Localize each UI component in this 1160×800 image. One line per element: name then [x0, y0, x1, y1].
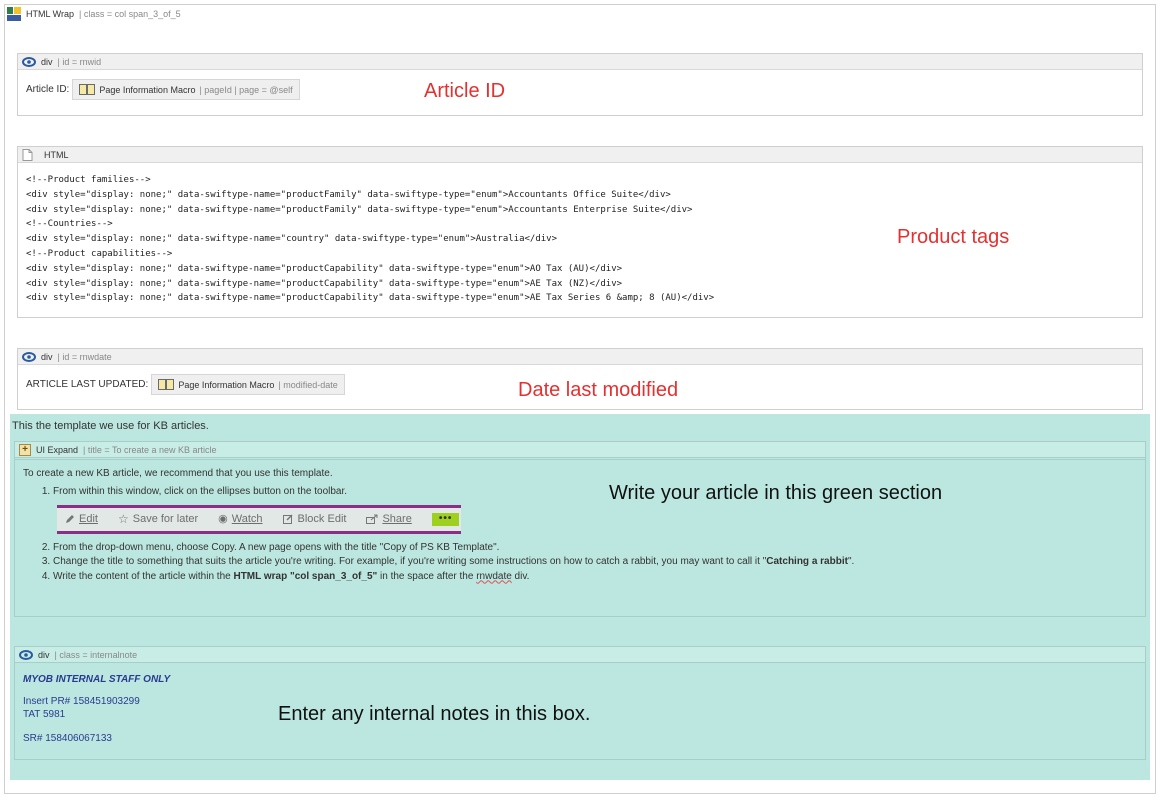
step-1: From within this window, click on the el…: [53, 485, 1137, 534]
html-wrap-header[interactable]: HTML Wrap | class = col span_3_of_5: [5, 5, 1155, 23]
article-last-updated-label: ARTICLE LAST UPDATED:: [26, 379, 149, 390]
code-line: <div style="display: none;" data-swiftyp…: [26, 293, 715, 304]
expand-meta: | title = To create a new KB article: [83, 444, 217, 455]
macro-title: div: [41, 56, 53, 67]
page-toolbar-example: Edit ☆ Save for later ◉ Watch Block Edit…: [57, 504, 461, 534]
plus-icon: +: [19, 443, 31, 456]
html-wrap-meta: | class = col span_3_of_5: [79, 9, 181, 19]
div-macro-icon: [19, 649, 33, 660]
page-macro-meta: | modified-date: [278, 379, 338, 390]
template-intro-text: This the template we use for KB articles…: [12, 420, 209, 432]
code-line: <!--Product capabilities-->: [26, 248, 173, 259]
macro-meta: | class = internalnote: [54, 649, 138, 660]
step-4: Write the content of the article within …: [53, 570, 1137, 585]
file-icon: [22, 148, 33, 161]
article-id-macro[interactable]: div | id = rnwid Article ID: Page Inform…: [17, 53, 1143, 116]
expand-title: UI Expand: [36, 444, 79, 455]
share-button[interactable]: Share: [366, 512, 412, 527]
green-section-annotation: Write your article in this green section: [609, 482, 943, 504]
instruction-steps: From within this window, click on the el…: [23, 485, 1137, 584]
more-actions-button[interactable]: •••: [431, 512, 460, 526]
article-id-macro-header[interactable]: div | id = rnwid: [18, 54, 1142, 70]
page-macro-title: Page Information Macro: [178, 379, 275, 390]
article-id-annotation: Article ID: [424, 80, 506, 102]
step-2: From the drop-down menu, choose Copy. A …: [53, 541, 1137, 556]
code-line: <div style="display: none;" data-swiftyp…: [26, 263, 623, 274]
star-icon: ☆: [117, 511, 129, 526]
date-last-modified-annotation: Date last modified: [518, 379, 679, 401]
code-line: <div style="display: none;" data-swiftyp…: [26, 278, 623, 289]
eye-icon: ◉: [218, 512, 228, 525]
edit-button[interactable]: Edit: [65, 512, 98, 527]
code-line: <div style="display: none;" data-swiftyp…: [26, 204, 693, 215]
html-wrap-icon: [7, 7, 21, 21]
sr-number: SR# 158406067133: [23, 733, 112, 744]
html-wrap-title: HTML Wrap: [26, 9, 75, 19]
page-information-macro[interactable]: Page Information Macro | pageId | page =…: [72, 79, 300, 100]
save-for-later-button[interactable]: ☆ Save for later: [118, 512, 198, 527]
product-tags-annotation: Product tags: [897, 226, 1010, 248]
macro-title: div: [41, 351, 53, 362]
share-icon: [366, 514, 378, 524]
page-information-macro[interactable]: Page Information Macro | modified-date: [151, 374, 345, 395]
macro-meta: | id = rnwid: [57, 56, 102, 67]
book-icon: [158, 379, 175, 390]
step-3: Change the title to something that suits…: [53, 555, 1137, 570]
expand-lead-text: To create a new KB article, we recommend…: [23, 468, 333, 479]
macro-meta: | id = rnwdate: [57, 351, 112, 362]
block-edit-icon: [282, 514, 293, 524]
code-line: <div style="display: none;" data-swiftyp…: [26, 189, 671, 200]
book-icon: [79, 84, 96, 95]
ui-expand-macro[interactable]: + UI Expand | title = To create a new KB…: [14, 441, 1146, 617]
code-line: <div style="display: none;" data-swiftyp…: [26, 234, 558, 245]
internal-notes-annotation: Enter any internal notes in this box.: [278, 703, 591, 725]
article-id-label: Article ID:: [26, 84, 70, 95]
macro-title: div: [38, 649, 50, 660]
page-macro-meta: | pageId | page = @self: [199, 84, 293, 95]
watch-button[interactable]: ◉ Watch: [218, 512, 262, 527]
div-macro-icon: [22, 351, 36, 362]
code-line: <!--Countries-->: [26, 219, 113, 230]
pencil-icon: [66, 515, 74, 523]
internal-staff-title: MYOB INTERNAL STAFF ONLY: [23, 674, 171, 685]
date-macro-header[interactable]: div | id = rnwdate: [18, 349, 1142, 365]
page-macro-title: Page Information Macro: [99, 84, 196, 95]
div-macro-icon: [22, 56, 36, 67]
code-line: <!--Product families-->: [26, 175, 151, 185]
html-macro-header[interactable]: HTML: [18, 147, 1142, 163]
green-article-section: This the template we use for KB articles…: [10, 414, 1150, 780]
internal-note-header[interactable]: div | class = internalnote: [15, 647, 1145, 663]
html-macro-title: HTML: [44, 149, 69, 160]
ui-expand-header[interactable]: + UI Expand | title = To create a new KB…: [15, 442, 1145, 458]
block-edit-button[interactable]: Block Edit: [282, 512, 346, 527]
